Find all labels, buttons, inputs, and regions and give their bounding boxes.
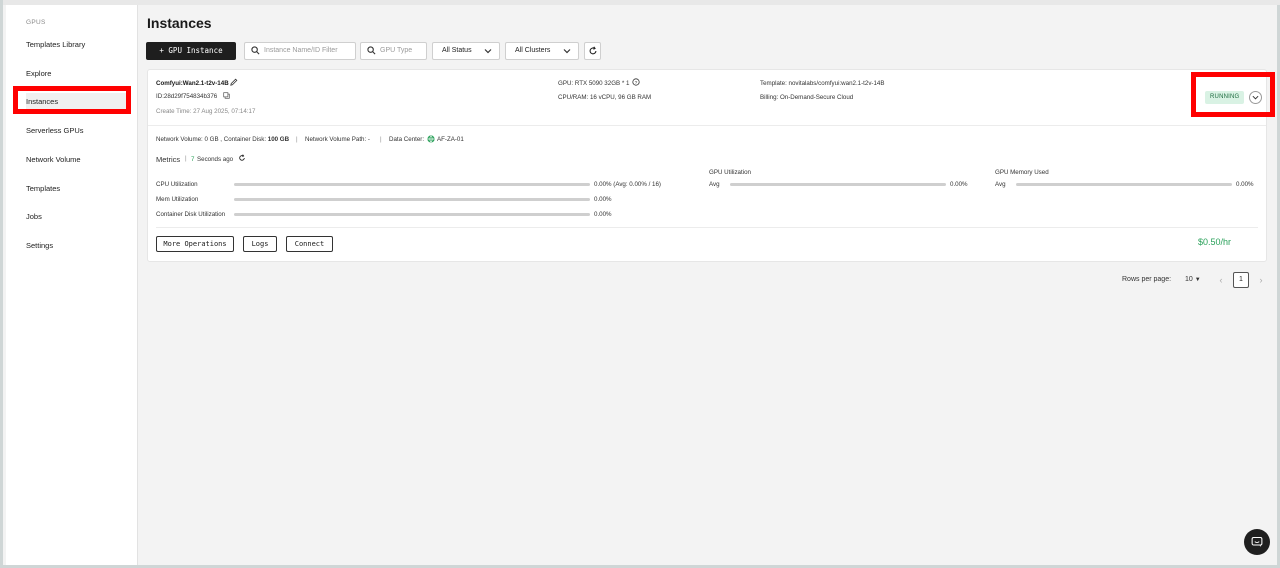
mem-utilization-label: Mem Utilization — [156, 196, 199, 203]
chat-icon — [1251, 536, 1263, 547]
search-icon — [367, 46, 376, 55]
search-icon — [251, 46, 260, 55]
gpu-utilization-bar — [730, 183, 946, 186]
chevron-down-icon — [563, 49, 571, 54]
refresh-icon[interactable] — [238, 154, 246, 162]
create-time: Create Time: 27 Aug 2025, 07:14:17 — [156, 108, 256, 115]
gpu-memory-label: GPU Memory Used — [995, 169, 1049, 176]
sidebar-item-templates[interactable]: Templates — [26, 180, 130, 198]
svg-text:?: ? — [635, 80, 638, 86]
cpu-ram-spec: CPU/RAM: 16 vCPU, 96 GB RAM — [558, 94, 652, 101]
refresh-button[interactable] — [584, 42, 601, 60]
footer-divider — [156, 227, 1258, 228]
caret-down-icon: ▼ — [1194, 277, 1201, 283]
highlight-box-status — [1191, 72, 1275, 117]
cluster-select-value: All Clusters — [515, 47, 551, 54]
sidebar-item-jobs[interactable]: Jobs — [26, 208, 130, 226]
separator: | — [185, 155, 187, 162]
instance-card: Comfyui:Wan2.1-t2v-14B ID:28d29f754834b3… — [147, 69, 1267, 262]
edit-icon[interactable] — [230, 78, 238, 86]
mem-utilization-bar — [234, 198, 590, 201]
network-volume-text: Network Volume: 0 GB , Container Disk: — [156, 136, 268, 143]
data-center-value: AF-ZA-01 — [437, 136, 464, 143]
metrics-age-unit: Seconds ago — [197, 156, 234, 163]
connect-button[interactable]: Connect — [286, 236, 333, 252]
cluster-select[interactable]: All Clusters — [505, 42, 579, 60]
sidebar-item-serverless-gpus[interactable]: Serverless GPUs — [26, 122, 130, 140]
highlight-box-instances — [13, 86, 131, 114]
disk-utilization-value: 0.00% — [594, 211, 612, 218]
billing-type: Billing: On-Demand-Secure Cloud — [760, 94, 854, 101]
logs-button[interactable]: Logs — [243, 236, 277, 252]
instance-id: ID:28d29f754834b376 — [156, 93, 218, 100]
app-frame: GPUS Templates Library Explore Instances… — [0, 0, 1280, 568]
data-center-label: Data Center: — [389, 136, 425, 143]
sidebar-item-settings[interactable]: Settings — [26, 237, 130, 255]
gpu-type-input[interactable]: GPU Type — [360, 42, 427, 60]
instance-name: Comfyui:Wan2.1-t2v-14B — [156, 80, 229, 87]
gpu-memory-value: 0.00% — [1236, 181, 1254, 188]
gpu-memory-bar — [1016, 183, 1232, 186]
gpu-utilization-label: GPU Utilization — [709, 169, 751, 176]
rows-per-page-value: 10 — [1185, 276, 1193, 283]
separator: | — [296, 136, 298, 143]
next-page-icon[interactable]: › — [1256, 275, 1266, 285]
status-select-value: All Status — [442, 47, 472, 54]
sidebar-item-templates-library[interactable]: Templates Library — [26, 36, 130, 54]
page-title: Instances — [147, 15, 212, 31]
sidebar-item-network-volume[interactable]: Network Volume — [26, 151, 130, 169]
gpu-utilization-value: 0.00% — [950, 181, 968, 188]
help-icon[interactable]: ? — [632, 78, 640, 86]
disk-utilization-bar — [234, 213, 590, 216]
cpu-utilization-value: 0.00% (Avg: 0.00% / 16) — [594, 181, 661, 188]
metrics-age-value: 7 — [191, 156, 195, 163]
copy-icon[interactable] — [223, 92, 230, 99]
instance-filter-placeholder: Instance Name/ID Filter — [264, 47, 338, 54]
storage-info: Network Volume: 0 GB , Container Disk: 1… — [156, 136, 289, 143]
main-content: Instances + GPU Instance Instance Name/I… — [138, 5, 1280, 565]
hourly-price: $0.50/hr — [1198, 237, 1232, 247]
container-disk-size: 100 GB — [267, 136, 290, 143]
sidebar-section-label: GPUS — [26, 19, 46, 26]
chevron-down-icon — [484, 49, 492, 54]
rows-per-page-label: Rows per page: — [1122, 276, 1172, 283]
network-volume-path: Network Volume Path: - — [305, 136, 370, 143]
metrics-label: Metrics — [156, 155, 181, 164]
sidebar-item-explore[interactable]: Explore — [26, 65, 130, 83]
gpu-memory-avg-label: Avg — [995, 181, 1006, 188]
cpu-utilization-bar — [234, 183, 590, 186]
template-name: Template: novitalabs/comfyui:wan2.1-t2v-… — [760, 80, 885, 87]
gpu-type-placeholder: GPU Type — [380, 47, 413, 54]
chat-button[interactable] — [1244, 529, 1270, 555]
disk-utilization-label: Container Disk Utilization — [156, 211, 226, 218]
refresh-icon — [589, 46, 597, 55]
add-gpu-instance-button[interactable]: + GPU Instance — [146, 42, 236, 60]
page-number-button[interactable]: 1 — [1233, 272, 1249, 288]
rows-per-page-select[interactable]: 10 ▼ — [1185, 276, 1201, 283]
separator: | — [380, 136, 382, 143]
cpu-utilization-label: CPU Utilization — [156, 181, 198, 188]
prev-page-icon[interactable]: ‹ — [1216, 275, 1226, 285]
instance-filter-input[interactable]: Instance Name/ID Filter — [244, 42, 356, 60]
mem-utilization-value: 0.00% — [594, 196, 612, 203]
card-divider — [148, 125, 1266, 126]
status-select[interactable]: All Status — [432, 42, 500, 60]
gpu-spec: GPU: RTX 5090 32GB * 1 — [558, 80, 630, 87]
gpu-utilization-avg-label: Avg — [709, 181, 720, 188]
globe-icon — [427, 135, 435, 143]
more-operations-button[interactable]: More Operations — [156, 236, 234, 252]
